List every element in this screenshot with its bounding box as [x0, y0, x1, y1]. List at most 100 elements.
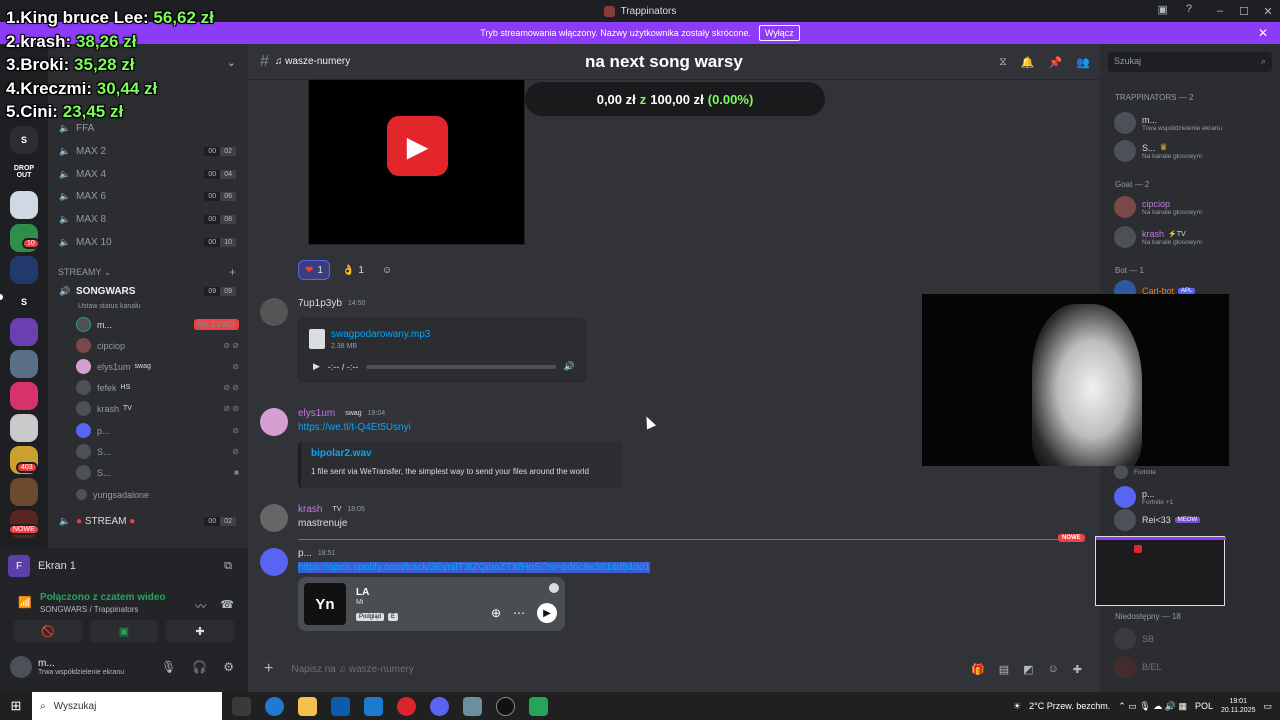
chevron-down-icon[interactable]: ⌄: [227, 56, 236, 69]
disconnect-icon[interactable]: ☎: [220, 598, 234, 614]
microphone-icon[interactable]: 🎙: [161, 660, 176, 674]
opera-icon[interactable]: [397, 696, 416, 716]
emoji-icon[interactable]: ☺: [1048, 663, 1059, 676]
disable-streamer-mode-button[interactable]: Wyłącz: [758, 25, 800, 41]
voice-user[interactable]: fefek HS ⊘ ⊘: [76, 377, 241, 398]
server-icon[interactable]: [10, 478, 38, 506]
channel-max-8[interactable]: 🔈 MAX 8 00 08: [58, 209, 240, 229]
voice-user[interactable]: S... ⊘: [76, 441, 241, 462]
avatar[interactable]: [260, 408, 288, 436]
pin-icon[interactable]: 📌: [1049, 56, 1063, 69]
server-icon[interactable]: DROP OUT: [10, 158, 38, 186]
message-link[interactable]: https://open.spotify.com/track/3EynlIT3t…: [298, 562, 650, 573]
server-icon[interactable]: [10, 318, 38, 346]
close-icon[interactable]: ✕: [1258, 26, 1268, 40]
gift-icon[interactable]: 🎁: [971, 663, 985, 676]
member-item[interactable]: m... Trwa współdzielenie ekranu: [1114, 110, 1274, 136]
channel-max-4[interactable]: 🔈 MAX 4 00 04: [58, 164, 240, 184]
server-icon[interactable]: S: [10, 288, 38, 316]
sticker-icon[interactable]: ◩: [1023, 663, 1033, 676]
voice-user[interactable]: m... NA ŻYWO: [76, 314, 241, 335]
activities-button[interactable]: ✚: [166, 620, 234, 642]
members-icon[interactable]: 👥: [1076, 56, 1090, 69]
popout-icon[interactable]: ⧉: [224, 560, 232, 573]
add-attachment-icon[interactable]: +: [264, 660, 273, 678]
message-link[interactable]: https://we.tl/t-Q4Et5Usnyi: [298, 422, 411, 433]
voice-user[interactable]: yungsadalone: [76, 484, 241, 505]
gif-icon[interactable]: ▤: [999, 663, 1009, 676]
user-info[interactable]: m... Trwa współdzielenie ekranu 🎙 🎧 ⚙: [10, 656, 238, 678]
tray-icons[interactable]: ⌃ ▭ 🎙 ☁ 🔊 ▦: [1118, 701, 1187, 712]
noise-suppression-icon[interactable]: 〰: [195, 598, 206, 614]
channel-max-10[interactable]: 🔈 MAX 10 00 10: [58, 232, 240, 252]
screen-share-panel[interactable]: F Ekran 1 ⧉: [8, 552, 240, 580]
channel-status[interactable]: Ustaw status kanału: [78, 296, 248, 316]
camera-off-button[interactable]: 🚫: [14, 620, 82, 642]
help-icon[interactable]: ?: [1186, 3, 1192, 16]
outlook-icon[interactable]: [364, 696, 383, 716]
video-embed[interactable]: ▶: [308, 79, 525, 245]
server-icon[interactable]: S: [10, 126, 38, 154]
screen-share-button[interactable]: ▣: [90, 620, 158, 642]
headphones-icon[interactable]: 🎧: [192, 660, 207, 674]
channel-max-6[interactable]: 🔈 MAX 6 00 06: [58, 186, 240, 206]
threads-icon[interactable]: ⧖: [999, 56, 1007, 69]
server-icon[interactable]: [10, 414, 38, 442]
album-cover[interactable]: Yn: [304, 583, 346, 625]
obs-icon[interactable]: [496, 696, 515, 716]
avatar[interactable]: [260, 504, 288, 532]
discord-icon[interactable]: [430, 696, 449, 716]
voice-user[interactable]: p... ⊘: [76, 420, 241, 441]
gear-icon[interactable]: ⚙: [223, 660, 234, 674]
play-icon[interactable]: ▶: [537, 603, 557, 623]
volume-icon[interactable]: 🔊: [564, 361, 575, 372]
add-channel-icon[interactable]: +: [229, 265, 236, 279]
channel-stream[interactable]: 🔈 ● STREAM ● 00 02: [58, 511, 240, 531]
member-item[interactable]: cipciop Na kanale głosowym: [1114, 194, 1274, 220]
search-input[interactable]: Szukaj ⌕: [1108, 52, 1272, 72]
taskbar-search[interactable]: ⌕ Wyszukaj: [32, 692, 222, 720]
folder-icon[interactable]: [298, 696, 317, 716]
add-icon[interactable]: ⊕: [491, 606, 501, 620]
avatar[interactable]: [260, 298, 288, 326]
edge-icon[interactable]: [265, 696, 284, 716]
close-button[interactable]: ✕: [1256, 5, 1280, 18]
search-icon[interactable]: ⌕: [1261, 56, 1266, 67]
voice-user[interactable]: S... ■: [76, 462, 241, 483]
voice-user[interactable]: elys1um swag ⊘: [76, 356, 241, 377]
file-name[interactable]: swagpodarowany.mp3: [331, 329, 430, 340]
task-view-icon[interactable]: [232, 696, 251, 716]
bell-icon[interactable]: 🔔: [1021, 56, 1035, 69]
inbox-icon[interactable]: ▣: [1157, 3, 1167, 16]
category-streamy[interactable]: STREAMY ⌄ +: [58, 265, 240, 279]
more-icon[interactable]: ⋯: [513, 606, 525, 620]
server-icon[interactable]: [10, 191, 38, 219]
member-item[interactable]: Fortnite: [1114, 464, 1274, 480]
member-item[interactable]: Rei<33 MEOW: [1114, 509, 1274, 531]
member-item[interactable]: SB: [1114, 626, 1274, 652]
reaction-ok[interactable]: 👌 1: [336, 260, 370, 280]
add-reaction-icon[interactable]: ☺: [376, 260, 398, 280]
member-item[interactable]: p... Fortnite +1: [1114, 484, 1274, 510]
notifications-icon[interactable]: ▭: [1263, 701, 1272, 712]
audio-progress[interactable]: [366, 364, 556, 369]
member-item[interactable]: krash ⚡TV Na kanale głosowym: [1114, 224, 1274, 250]
minimize-button[interactable]: –: [1208, 5, 1232, 17]
voice-user[interactable]: cipciop ⊘ ⊘: [76, 335, 241, 356]
windows-start-icon[interactable]: ⊞: [0, 698, 32, 714]
reaction-heart[interactable]: ❤ 1: [298, 260, 330, 280]
server-icon[interactable]: [10, 382, 38, 410]
clock[interactable]: 19:01 20.11.2025: [1221, 697, 1256, 715]
maximize-button[interactable]: ☐: [1232, 5, 1256, 18]
play-icon[interactable]: ▶: [387, 116, 448, 176]
server-icon[interactable]: [10, 256, 38, 284]
member-item[interactable]: S... ♛ Na kanale głosowym: [1114, 138, 1274, 164]
message-input[interactable]: + Napisz na ♫ wasze-numery 🎁 ▤ ◩ ☺ ✚: [260, 654, 1090, 684]
app-icon[interactable]: [463, 696, 482, 716]
voice-user[interactable]: krash TV ⊘ ⊘: [76, 398, 241, 419]
message-author[interactable]: 7up1p3yb: [298, 298, 342, 309]
spotify-icon[interactable]: [549, 583, 559, 593]
channel-max-2[interactable]: 🔈 MAX 2 00 02: [58, 141, 240, 161]
play-icon[interactable]: ▶: [313, 361, 320, 372]
avatar[interactable]: [260, 548, 288, 576]
